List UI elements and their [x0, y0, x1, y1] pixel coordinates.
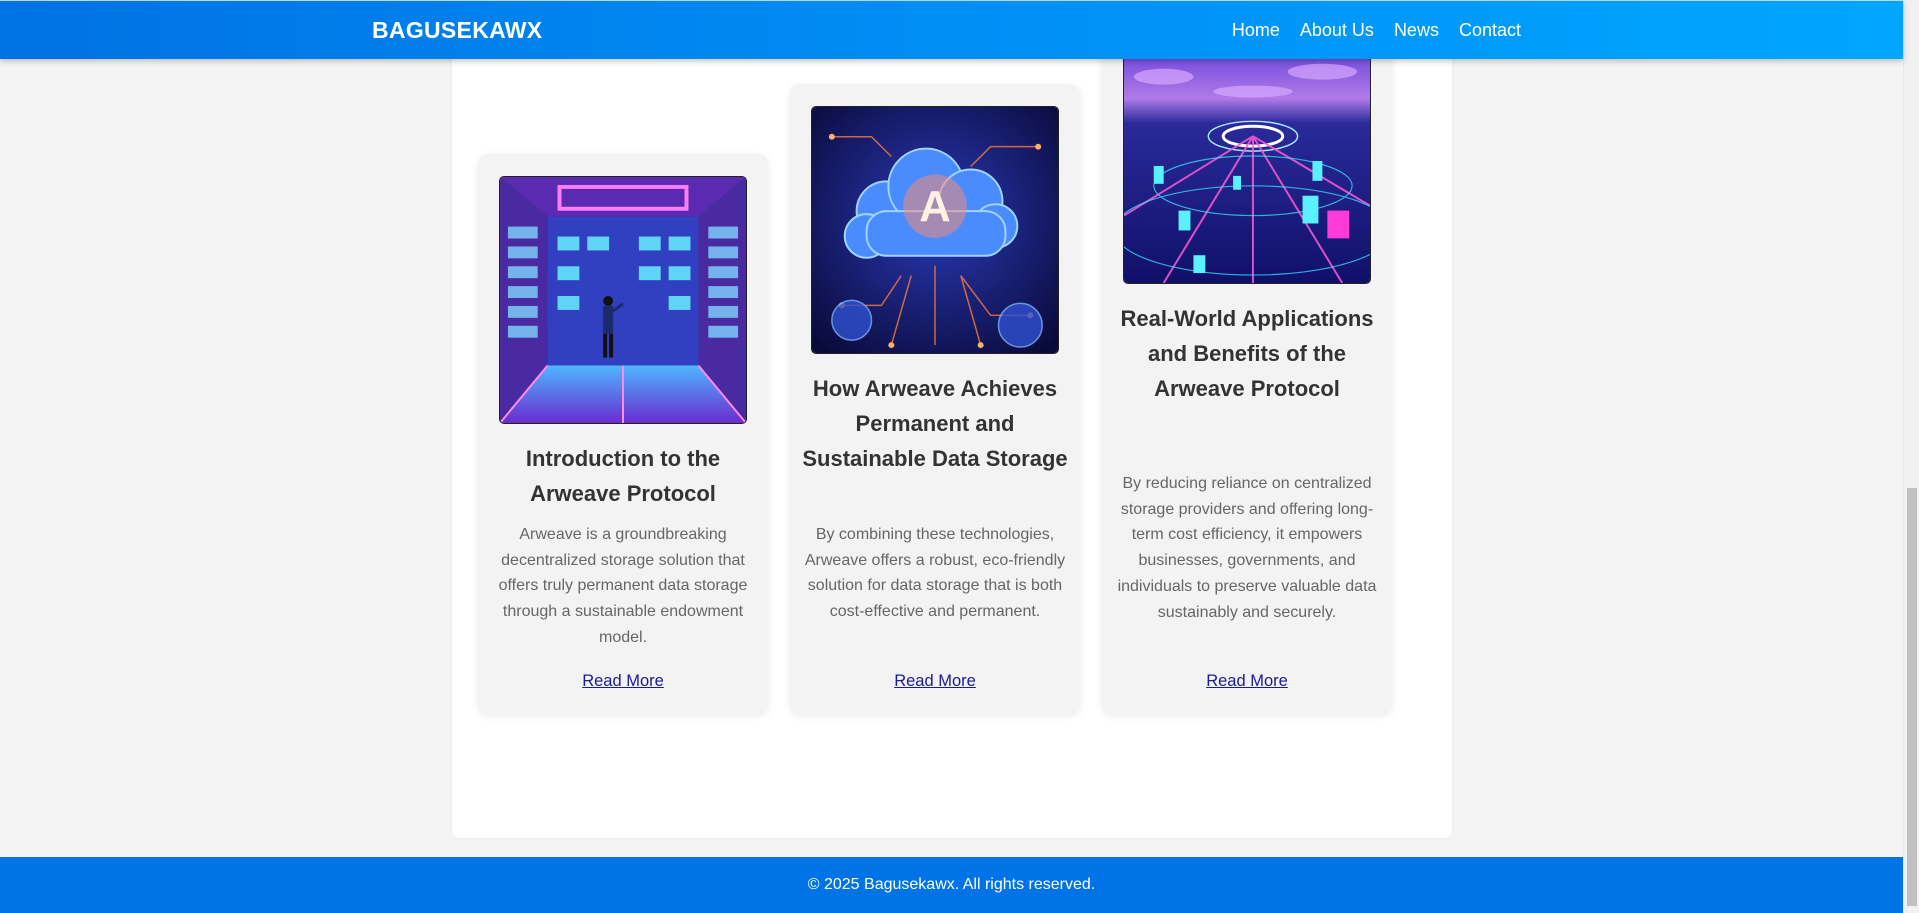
nav-news-link[interactable]: News — [1394, 20, 1439, 41]
article-title: Introduction to the Arweave Protocol — [525, 446, 721, 506]
article-title: Real-World Applications and Benefits of … — [1120, 306, 1374, 401]
nav-about-link[interactable]: About Us — [1300, 20, 1374, 41]
content-container: Introduction to the Arweave Protocol Arw… — [452, 0, 1452, 838]
page-scrollbar[interactable] — [1903, 0, 1919, 913]
main-nav: Home About Us News Contact — [1232, 20, 1521, 41]
read-more-link[interactable]: Read More — [790, 672, 1080, 691]
article-description: By reducing reliance on centralized stor… — [1117, 475, 1377, 621]
datacenter-image — [500, 177, 746, 423]
article-card: Introduction to the Arweave Protocol Arw… — [478, 154, 768, 714]
article-thumbnail-cloud[interactable]: A — [811, 106, 1059, 354]
scrollbar-thumb[interactable] — [1907, 488, 1917, 906]
read-more-link[interactable]: Read More — [478, 672, 768, 691]
svg-text:A: A — [919, 182, 951, 231]
arweave-cloud-image: A — [812, 107, 1058, 353]
top-navbar: BAGUSEKAWX Home About Us News Contact — [0, 0, 1903, 59]
site-logo[interactable]: BAGUSEKAWX — [372, 17, 542, 44]
article-description: By combining these technologies, Arweave… — [804, 526, 1066, 621]
nav-home-link[interactable]: Home — [1232, 20, 1280, 41]
article-card: A How Arweave Achieves Permanent and Sus… — [790, 84, 1080, 714]
article-description: Arweave is a groundbreaking decentralize… — [498, 526, 748, 646]
article-thumbnail-city[interactable] — [1123, 36, 1371, 284]
read-more-link[interactable]: Read More — [1102, 672, 1392, 691]
neon-city-image — [1124, 37, 1370, 283]
copyright-text: © 2025 Bagusekawx. All rights reserved. — [807, 876, 1096, 893]
article-thumbnail-datacenter[interactable] — [499, 176, 747, 424]
site-footer: © 2025 Bagusekawx. All rights reserved. — [0, 857, 1903, 913]
article-title: How Arweave Achieves Permanent and Susta… — [802, 376, 1068, 471]
article-card: Real-World Applications and Benefits of … — [1102, 14, 1392, 714]
nav-contact-link[interactable]: Contact — [1459, 20, 1521, 41]
